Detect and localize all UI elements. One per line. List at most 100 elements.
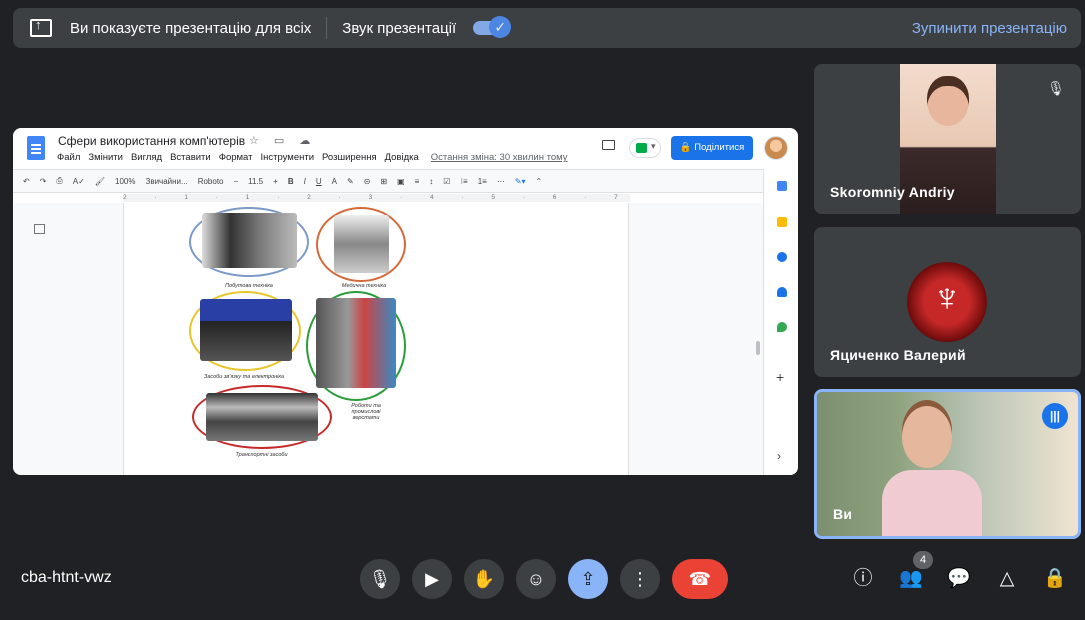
share-button[interactable]: 🔒 Поділитися bbox=[671, 136, 753, 160]
participant-name: Skoromniy Andriy bbox=[830, 184, 955, 200]
caption-medical: Медична техніка bbox=[341, 283, 387, 289]
scrollbar[interactable] bbox=[756, 341, 760, 355]
meeting-code[interactable]: cba-htnt-vwz bbox=[21, 569, 112, 587]
shared-document-window: Сфери використання комп'ютерів ☆ ▭ ☁ Фай… bbox=[13, 128, 798, 475]
docs-logo-icon[interactable] bbox=[27, 136, 45, 160]
add-comment-icon[interactable]: ⊞ bbox=[380, 177, 387, 186]
caption-comms: Засоби зв'язку та електроніка bbox=[203, 374, 285, 380]
add-addon-icon[interactable]: + bbox=[776, 369, 784, 385]
presenting-message: Ви показуєте презентацію для всіх bbox=[70, 19, 312, 37]
raise-hand-button[interactable]: ✋ bbox=[464, 559, 504, 599]
zoom-select[interactable]: 100% bbox=[115, 177, 135, 186]
sound-toggle[interactable]: ✓ bbox=[473, 16, 512, 38]
align-icon[interactable]: ≡ bbox=[415, 177, 420, 186]
font-size-minus[interactable]: − bbox=[233, 177, 238, 186]
meeting-info-icon[interactable]: ⓘ bbox=[850, 566, 876, 592]
more-icon[interactable]: ⋯ bbox=[497, 177, 505, 186]
bullet-list-icon[interactable]: ⁝≡ bbox=[460, 177, 467, 186]
caption-home: Побутова техніка bbox=[225, 283, 273, 289]
present-screen-icon bbox=[30, 17, 52, 37]
doc-menu: Файл Змінити Вигляд Вставити Формат Інст… bbox=[57, 152, 568, 163]
chat-icon[interactable]: 💬 bbox=[946, 566, 972, 592]
undo-icon[interactable]: ↶ bbox=[23, 177, 30, 186]
robots-image bbox=[316, 298, 396, 388]
line-spacing-icon[interactable]: ↕ bbox=[429, 177, 433, 186]
numbered-list-icon[interactable]: 1≡ bbox=[478, 177, 487, 186]
italic-icon[interactable]: I bbox=[304, 177, 306, 186]
contacts-icon[interactable] bbox=[777, 287, 787, 297]
doc-title[interactable]: Сфери використання комп'ютерів bbox=[58, 134, 245, 148]
hang-up-button[interactable]: ☎ bbox=[672, 559, 728, 599]
menu-format[interactable]: Формат bbox=[219, 152, 253, 163]
comments-icon[interactable] bbox=[602, 140, 615, 150]
participant-tile[interactable]: Яциченко Валерий bbox=[814, 227, 1081, 377]
text-color-icon[interactable]: A bbox=[332, 177, 337, 186]
divider bbox=[326, 17, 328, 39]
comms-image bbox=[200, 299, 292, 361]
participant-name: Яциченко Валерий bbox=[830, 347, 966, 363]
menu-tools[interactable]: Інструменти bbox=[260, 152, 314, 163]
self-video bbox=[817, 392, 1078, 536]
check-icon: ✓ bbox=[489, 16, 512, 38]
self-tile[interactable]: ||| Ви bbox=[814, 389, 1081, 539]
chevron-right-icon[interactable]: › bbox=[777, 449, 781, 463]
menu-insert[interactable]: Вставити bbox=[170, 152, 211, 163]
mic-off-icon: 🎙 bbox=[1045, 77, 1067, 99]
meet-button[interactable] bbox=[629, 138, 661, 158]
avatar bbox=[907, 262, 987, 342]
menu-edit[interactable]: Змінити bbox=[88, 152, 123, 163]
participant-name: Ви bbox=[833, 506, 853, 522]
calendar-icon[interactable] bbox=[777, 181, 787, 191]
present-button[interactable]: ⇪ bbox=[568, 559, 608, 599]
menu-help[interactable]: Довідка bbox=[385, 152, 419, 163]
people-icon[interactable]: 👥 bbox=[898, 566, 924, 592]
caption-robots: Роботи та промислові верстати bbox=[351, 403, 381, 421]
outline-icon[interactable] bbox=[34, 224, 45, 234]
highlight-icon[interactable]: ✎ bbox=[347, 177, 354, 186]
participant-tile[interactable]: 🎙 Skoromniy Andriy bbox=[814, 64, 1081, 214]
font-size-field[interactable]: 11.5 bbox=[248, 177, 263, 186]
star-icon[interactable]: ☆ ▭ ☁ bbox=[249, 134, 316, 147]
doc-header: Сфери використання комп'ютерів ☆ ▭ ☁ Фай… bbox=[13, 128, 798, 168]
avatar[interactable] bbox=[764, 136, 788, 160]
activities-icon[interactable]: △ bbox=[994, 566, 1020, 592]
presentation-bar: Ви показуєте презентацію для всіх Звук п… bbox=[13, 8, 1081, 48]
transport-image bbox=[206, 393, 318, 441]
stop-presenting-button[interactable]: Зупинити презентацію bbox=[912, 20, 1067, 37]
link-icon[interactable]: ⊝ bbox=[364, 177, 371, 186]
speaking-indicator-icon: ||| bbox=[1042, 403, 1068, 429]
share-label: Поділитися bbox=[694, 142, 745, 153]
menu-view[interactable]: Вигляд bbox=[131, 152, 162, 163]
redo-icon[interactable]: ↷ bbox=[40, 177, 47, 186]
edit-mode-icon[interactable]: ✎▾ bbox=[515, 177, 526, 186]
collapse-icon[interactable]: ⌃ bbox=[536, 177, 543, 186]
maps-icon[interactable] bbox=[777, 322, 787, 332]
paint-format-icon[interactable]: 🖌 bbox=[95, 177, 105, 186]
side-panel: + › bbox=[763, 169, 798, 475]
spellcheck-icon[interactable]: A✓ bbox=[73, 177, 85, 186]
menu-extensions[interactable]: Розширення bbox=[322, 152, 377, 163]
bold-icon[interactable]: B bbox=[288, 177, 294, 186]
checklist-icon[interactable]: ☑ bbox=[443, 177, 450, 186]
camera-button[interactable]: ▶ bbox=[412, 559, 452, 599]
font-select[interactable]: Roboto bbox=[198, 177, 224, 186]
host-controls-icon[interactable]: 🔒 bbox=[1042, 566, 1068, 592]
document-canvas: Побутова техніка Медична техніка Засоби … bbox=[13, 203, 763, 475]
doc-toolbar: ↶ ↷ ⎙ A✓ 🖌 100% Звичайни... Roboto − 11.… bbox=[13, 169, 763, 193]
sound-label: Звук презентації bbox=[342, 19, 457, 37]
medical-image bbox=[334, 215, 389, 273]
print-icon[interactable]: ⎙ bbox=[56, 176, 62, 186]
reactions-button[interactable]: ☺ bbox=[516, 559, 556, 599]
home-appliances-image bbox=[202, 213, 297, 268]
underline-icon[interactable]: U bbox=[316, 177, 322, 186]
menu-file[interactable]: Файл bbox=[57, 152, 80, 163]
tasks-icon[interactable] bbox=[777, 252, 787, 262]
last-edit-link[interactable]: Остання зміна: 30 хвилин тому bbox=[431, 152, 568, 163]
more-options-button[interactable]: ⋮ bbox=[620, 559, 660, 599]
font-size-plus[interactable]: + bbox=[273, 177, 278, 186]
microphone-button[interactable]: 🎙 bbox=[360, 559, 400, 599]
keep-icon[interactable] bbox=[777, 217, 787, 227]
style-select[interactable]: Звичайни... bbox=[145, 177, 187, 186]
document-page[interactable]: Побутова техніка Медична техніка Засоби … bbox=[123, 203, 629, 475]
insert-image-icon[interactable]: ▣ bbox=[397, 177, 405, 186]
